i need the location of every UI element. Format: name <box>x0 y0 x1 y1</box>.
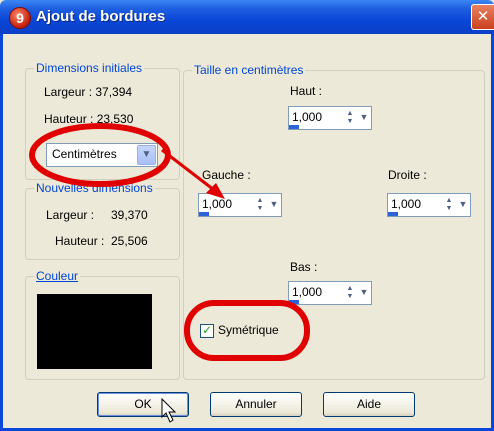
color-swatch[interactable] <box>37 294 152 369</box>
app-icon: 9 <box>9 7 31 29</box>
spin-progress-bar <box>289 300 299 304</box>
new-height-label: Hauteur : <box>55 234 105 248</box>
window-frame-left <box>0 34 3 431</box>
title-bar: 9 Ajout de bordures ✕ <box>0 0 494 34</box>
symmetric-checkbox[interactable]: ✓ <box>200 323 214 338</box>
bottom-label: Bas : <box>290 260 318 274</box>
left-label: Gauche : <box>202 168 251 182</box>
symmetric-label[interactable]: Symétrique <box>218 323 279 337</box>
bottom-value: 1,000 <box>292 285 323 299</box>
spin-progress-bar <box>388 212 398 216</box>
right-value: 1,000 <box>391 197 422 211</box>
unit-select-value: Centimètres <box>52 147 117 161</box>
color-legend: Couleur <box>34 269 81 283</box>
checkmark-icon: ✓ <box>202 323 213 337</box>
right-spin-input[interactable]: 1,000 ▲ ▼ ▼ <box>387 193 471 217</box>
spin-progress-bar <box>289 125 299 129</box>
chevron-down-icon[interactable]: ▼ <box>137 145 156 165</box>
initial-dimensions-legend: Dimensions initiales <box>34 61 145 75</box>
help-button[interactable]: Aide <box>323 392 415 417</box>
mouse-cursor-icon <box>161 398 177 423</box>
chevron-down-icon[interactable]: ▼ <box>458 199 468 209</box>
unit-select[interactable]: Centimètres ▼ <box>46 143 158 167</box>
top-value: 1,000 <box>292 110 323 124</box>
spin-arrows-icon[interactable]: ▲ ▼ <box>345 110 355 126</box>
size-legend: Taille en centimètres <box>192 63 306 77</box>
window-title: Ajout de bordures <box>36 8 166 25</box>
new-height-value: 25,506 <box>111 234 148 248</box>
initial-height-label: Hauteur : 23,530 <box>44 112 134 126</box>
spin-progress-bar <box>199 212 209 216</box>
chevron-down-icon[interactable]: ▼ <box>359 287 369 297</box>
left-value: 1,000 <box>202 197 233 211</box>
top-spin-input[interactable]: 1,000 ▲ ▼ ▼ <box>288 106 372 130</box>
right-label: Droite : <box>388 168 427 182</box>
close-button[interactable]: ✕ <box>471 4 494 30</box>
top-label: Haut : <box>290 84 323 98</box>
spin-arrows-icon[interactable]: ▲ ▼ <box>255 197 265 213</box>
spin-arrows-icon[interactable]: ▲ ▼ <box>345 285 355 301</box>
left-spin-input[interactable]: 1,000 ▲ ▼ ▼ <box>198 193 282 217</box>
new-width-value: 39,370 <box>111 208 148 222</box>
spin-arrows-icon[interactable]: ▲ ▼ <box>444 197 454 213</box>
new-width-label: Largeur : <box>46 208 95 222</box>
initial-width-label: Largeur : 37,394 <box>44 85 133 99</box>
cancel-button[interactable]: Annuler <box>210 392 302 417</box>
new-dimensions-legend: Nouvelles dimensions <box>34 181 155 195</box>
chevron-down-icon[interactable]: ▼ <box>269 199 279 209</box>
chevron-down-icon[interactable]: ▼ <box>359 112 369 122</box>
bottom-spin-input[interactable]: 1,000 ▲ ▼ ▼ <box>288 281 372 305</box>
new-dimensions-group: Nouvelles dimensions <box>25 181 180 260</box>
